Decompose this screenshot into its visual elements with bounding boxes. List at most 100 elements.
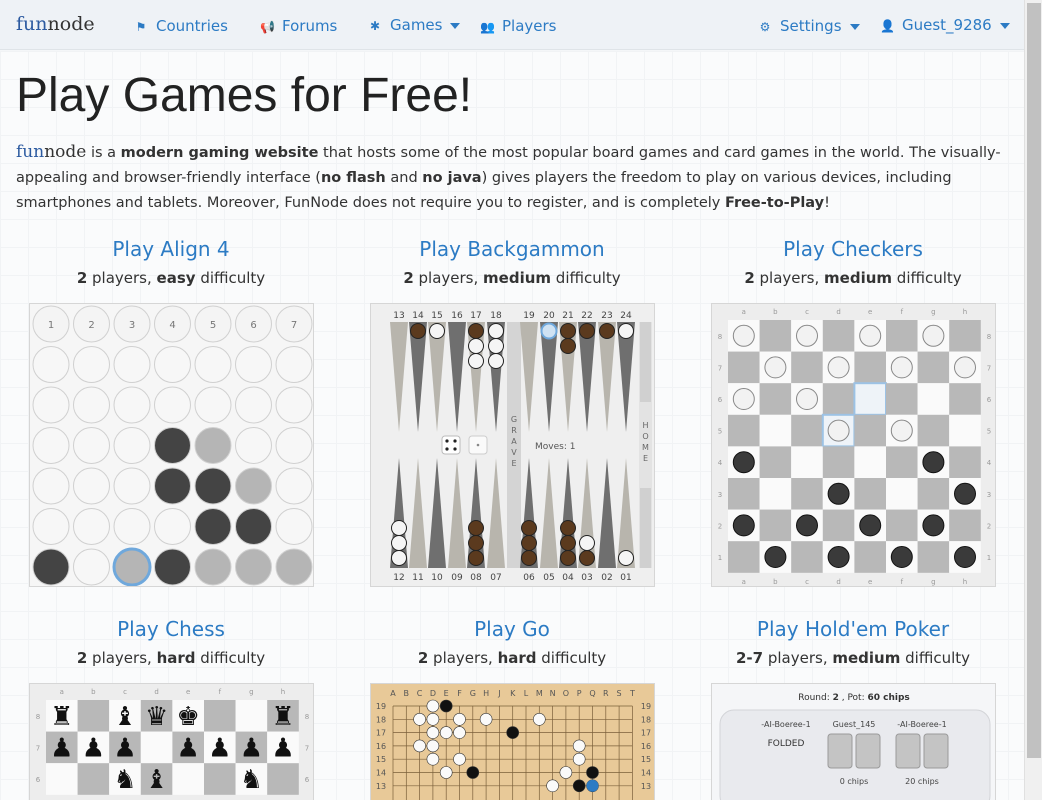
- player-name: -AI-Boeree-1: [897, 720, 946, 729]
- chess-board[interactable]: a b c d e f g h 8 8 7 7 6 6 ♜ ♝ ♛ ♚ ♜ ♟ ♟ ♟ ♟ ♟ ♟ ♟ ♞ ♝ ♞: [29, 683, 314, 800]
- light-checker: [732, 388, 755, 410]
- empty-cell: [194, 386, 232, 424]
- empty-cell: [154, 386, 191, 424]
- nav-countries[interactable]: ⚑ Countries: [134, 17, 228, 35]
- go-board[interactable]: A B C D E F G H J K L M N O P Q R S T 19 19 18 18 17 17 16 16 15 15 1…: [370, 683, 655, 800]
- scrollbar-thumb[interactable]: [1027, 3, 1041, 758]
- backgammon-board-svg: 13 12 14 11 15 10 16 09 17 08 18 07 19 06 20 05 21 04 22 03…: [371, 304, 654, 586]
- board-square: [886, 446, 918, 478]
- game-title-go[interactable]: Play Go: [342, 617, 682, 647]
- game-title-poker[interactable]: Play Hold'em Poker: [683, 617, 1023, 647]
- dark-checker: [796, 514, 818, 537]
- disc-piece: [194, 467, 232, 505]
- backgammon-board[interactable]: 13 12 14 11 15 10 16 09 17 08 18 07 19 06 20 05 21 04 22 03…: [370, 303, 655, 587]
- checker-piece: [468, 323, 484, 339]
- chess-piece: ♝: [113, 702, 136, 732]
- game-title-chess[interactable]: Play Chess: [1, 617, 341, 647]
- round-pot-part: 60 chips: [867, 693, 909, 703]
- brand-logo[interactable]: funnode: [16, 13, 95, 35]
- chess-piece: ♟: [50, 733, 73, 763]
- card-back: [923, 733, 949, 769]
- empty-cell: [32, 386, 70, 424]
- chevron-down-icon: [450, 22, 461, 29]
- black-stone: [586, 766, 599, 779]
- checker-piece: [599, 323, 615, 339]
- go-column-label: Q: [589, 689, 595, 698]
- board-square: [917, 351, 950, 384]
- file-label: e: [186, 688, 190, 696]
- game-title-align4[interactable]: Play Align 4: [1, 237, 341, 267]
- go-column-label: L: [524, 689, 529, 698]
- file-label: a: [60, 688, 64, 696]
- checker-piece: [579, 535, 595, 551]
- light-checker: [859, 324, 882, 347]
- disc-piece: [154, 548, 191, 586]
- game-players-count: 2: [76, 269, 88, 287]
- board-square: [759, 414, 792, 447]
- checker-piece: [618, 550, 634, 566]
- white-stone: [413, 712, 426, 726]
- chevron-down-icon: [849, 23, 860, 30]
- nav-games[interactable]: ✱ Games: [368, 16, 461, 34]
- inline-brand-part-b: node: [44, 142, 87, 162]
- align4-board[interactable]: 1 2 3 4 5 6 7: [29, 303, 314, 587]
- round-pot-part: , Pot:: [839, 693, 868, 703]
- go-column-label: K: [510, 689, 516, 698]
- game-difficulty: hard: [497, 649, 537, 667]
- board-square: [949, 320, 981, 352]
- game-title-backgammon[interactable]: Play Backgammon: [342, 237, 682, 267]
- vertical-scrollbar[interactable]: [1024, 0, 1042, 800]
- rank-label: 3: [718, 491, 722, 499]
- nav-settings[interactable]: ⚙ Settings: [758, 17, 860, 35]
- disc-piece: [112, 547, 152, 586]
- empty-cell: [73, 548, 110, 586]
- game-title-checkers[interactable]: Play Checkers: [683, 237, 1023, 267]
- white-stone: [453, 726, 466, 739]
- disc-piece: [194, 508, 232, 545]
- game-difficulty-word: difficulty: [551, 269, 621, 287]
- file-label: b: [773, 308, 778, 316]
- light-checker: [954, 356, 976, 379]
- point-label-top: 19: [523, 311, 535, 321]
- game-players-word: players,: [763, 649, 833, 667]
- game-players-count: 2: [76, 649, 88, 667]
- checkers-board[interactable]: a a b b c c d d e e f f g g h h 8 8 7 7 6 6 5 5 4 4 3 3 2 2 1 1: [711, 303, 996, 587]
- chess-piece: ♟: [208, 733, 231, 763]
- nav-user-menu[interactable]: 👤 Guest_9286: [880, 16, 1010, 34]
- go-column-label: F: [457, 689, 462, 698]
- board-square: [235, 700, 268, 732]
- gear-icon: ⚙: [759, 20, 771, 34]
- point-label-top: 20: [543, 311, 555, 321]
- round-pot-line: Round: 2 , Pot: 60 chips: [798, 693, 910, 703]
- column-label: 7: [291, 320, 297, 331]
- chess-piece: ♚: [177, 702, 200, 732]
- player-name: Guest_145: [833, 720, 876, 729]
- board-square: [172, 763, 204, 795]
- game-card-backgammon: Play Backgammon 2 players, medium diffic…: [342, 237, 682, 287]
- file-label: e: [868, 308, 872, 316]
- column-label: 2: [88, 320, 94, 331]
- player-chips: 0 chips: [840, 777, 869, 786]
- board-square: [77, 700, 110, 732]
- disc-piece: [194, 427, 232, 464]
- nav-forums[interactable]: 📢 Forums: [260, 17, 337, 35]
- empty-cell: [275, 346, 313, 383]
- board-square: [854, 478, 886, 510]
- chess-piece: ♟: [271, 733, 294, 763]
- go-column-label: B: [404, 689, 410, 698]
- die-pip: [445, 447, 449, 451]
- poker-table[interactable]: Round: 2 , Pot: 60 chips -AI-Boeree-1 FOLD…: [711, 683, 996, 800]
- card-back: [895, 733, 921, 769]
- checkers-board-svg: a a b b c c d d e e f f g g h h 8 8 7 7 6 6 5 5 4 4 3 3 2 2 1 1: [718, 308, 992, 586]
- white-stone: [426, 739, 440, 753]
- nav-players[interactable]: 👥 Players: [480, 17, 557, 35]
- point-label-bottom: 12: [393, 573, 404, 583]
- rank-label: 2: [987, 522, 991, 530]
- game-players-word: players,: [413, 269, 484, 287]
- game-card-poker: Play Hold'em Poker 2-7 players, medium d…: [683, 617, 1023, 667]
- empty-cell: [73, 467, 110, 505]
- nav-countries-label: Countries: [156, 17, 228, 35]
- go-column-label: H: [483, 689, 489, 698]
- point-label-top: 14: [412, 311, 424, 321]
- last-move-marker: [586, 779, 599, 792]
